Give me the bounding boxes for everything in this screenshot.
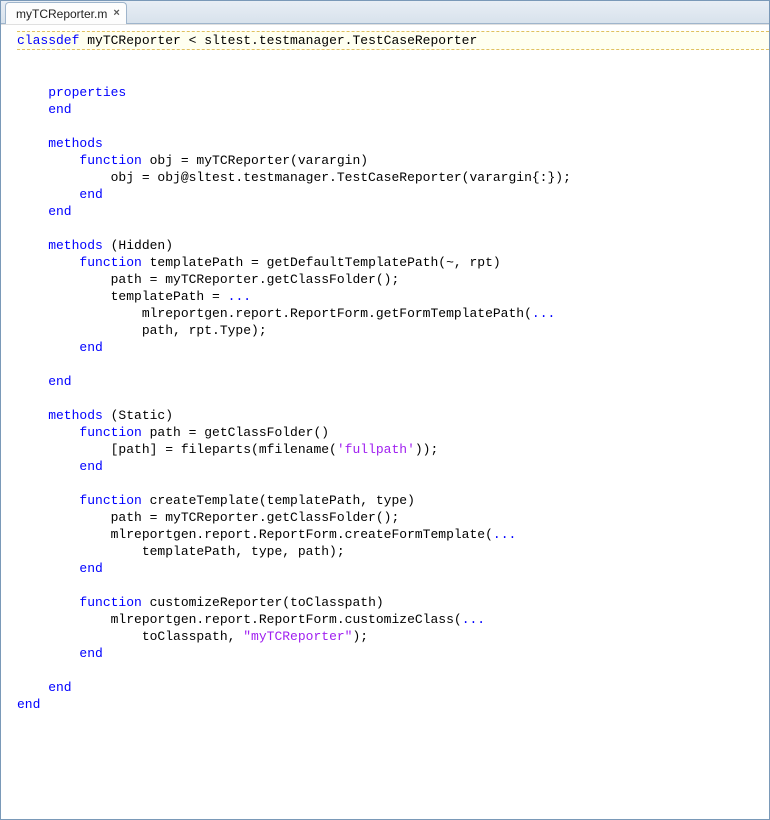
code-content: classdef myTCReporter < sltest.testmanag… [17, 31, 769, 713]
file-tab[interactable]: myTCReporter.m × [5, 2, 127, 24]
kw-classdef: classdef [17, 33, 79, 48]
editor-window: myTCReporter.m × classdef myTCReporter <… [0, 0, 770, 820]
close-icon[interactable]: × [113, 8, 119, 19]
tab-bar: myTCReporter.m × [1, 1, 769, 24]
tab-filename: myTCReporter.m [16, 7, 107, 21]
code-editor[interactable]: classdef myTCReporter < sltest.testmanag… [1, 24, 769, 819]
